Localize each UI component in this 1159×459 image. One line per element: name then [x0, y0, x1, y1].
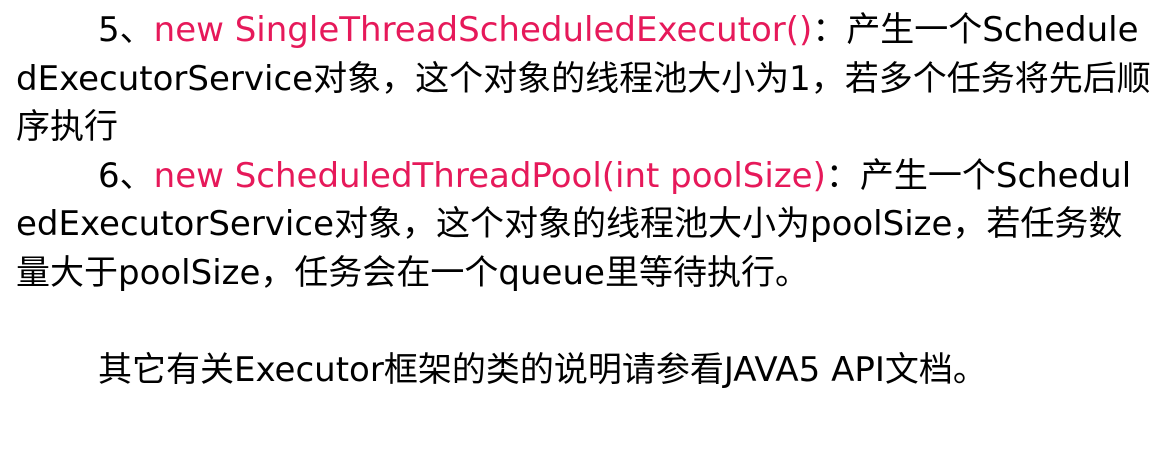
document-body: 5、new SingleThreadScheduledExecutor()：产生…	[16, 6, 1151, 394]
item-6: 6、new ScheduledThreadPool(int poolSize)：…	[16, 152, 1151, 298]
item-5-number: 5、	[98, 10, 154, 50]
item-5-code: new SingleThreadScheduledExecutor()	[153, 10, 813, 50]
item-5: 5、new SingleThreadScheduledExecutor()：产生…	[16, 6, 1151, 152]
item-6-number: 6、	[98, 155, 154, 196]
item-6-separator: ：	[825, 155, 860, 196]
item-6-code: new ScheduledThreadPool(int poolSize)	[153, 155, 826, 196]
footer-note: 其它有关Executor框架的类的说明请参看JAVA5 API文档。	[98, 349, 987, 390]
item-5-separator: ：	[812, 10, 847, 50]
